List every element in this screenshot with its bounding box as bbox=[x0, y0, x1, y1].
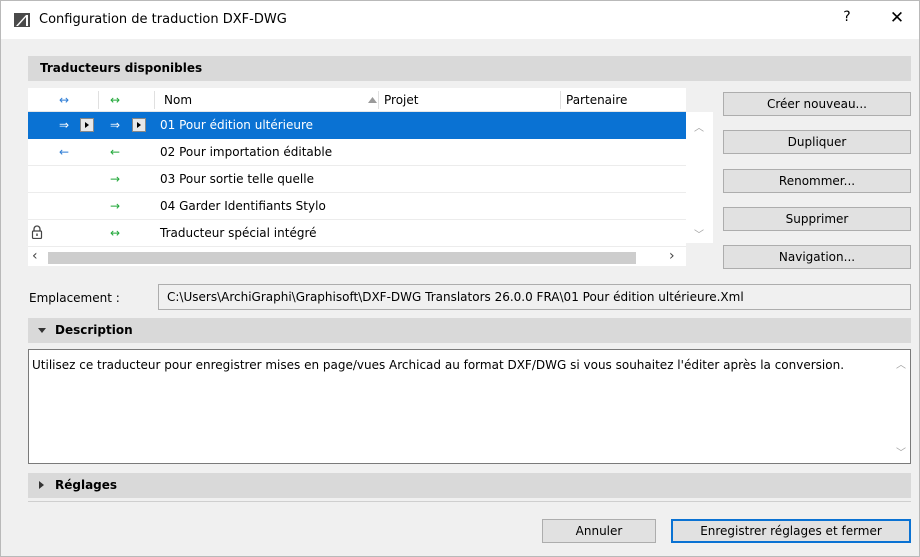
settings-section-header[interactable]: Réglages bbox=[28, 473, 911, 498]
translator-name: 03 Pour sortie telle quelle bbox=[160, 172, 314, 186]
column-header-project[interactable]: Projet bbox=[384, 93, 418, 107]
column-header-direction-blue[interactable]: ↔ bbox=[59, 93, 69, 107]
title-bar: Configuration de traduction DXF-DWG ? ✕ bbox=[1, 1, 919, 39]
direction-arrow-icon: → bbox=[110, 172, 121, 186]
scroll-left-icon[interactable]: ‹ bbox=[32, 248, 38, 264]
translator-name: Traducteur spécial intégré bbox=[160, 226, 317, 240]
lock-icon bbox=[31, 225, 43, 239]
list-item[interactable]: ↔ Traducteur spécial intégré bbox=[28, 220, 686, 247]
translators-section-title: Traducteurs disponibles bbox=[40, 61, 203, 75]
translator-list[interactable]: ↔ ↔ Nom Projet Partenaire ⇒ ⇒ 01 Pour éd… bbox=[28, 88, 686, 266]
create-new-button[interactable]: Créer nouveau... bbox=[723, 92, 911, 116]
cancel-button[interactable]: Annuler bbox=[542, 519, 656, 543]
column-header-direction-green[interactable]: ↔ bbox=[110, 93, 120, 107]
direction-arrow-icon: → bbox=[110, 199, 121, 213]
archicad-icon bbox=[14, 13, 30, 27]
list-item[interactable]: → 03 Pour sortie telle quelle bbox=[28, 166, 686, 193]
translator-name: 02 Pour importation éditable bbox=[160, 145, 333, 159]
list-horizontal-scrollbar[interactable]: ‹ › bbox=[28, 248, 686, 266]
help-button[interactable]: ? bbox=[837, 9, 857, 31]
translator-name: 01 Pour édition ultérieure bbox=[160, 118, 314, 132]
list-item[interactable]: ⇒ ⇒ 01 Pour édition ultérieure bbox=[28, 112, 686, 139]
sort-ascending-icon bbox=[368, 97, 377, 103]
divider bbox=[28, 501, 911, 502]
save-and-close-button[interactable]: Enregistrer réglages et fermer bbox=[671, 519, 911, 543]
scroll-up-icon[interactable]: ︿ bbox=[896, 357, 906, 374]
list-header: ↔ ↔ Nom Projet Partenaire bbox=[28, 88, 686, 112]
description-section-header[interactable]: Description bbox=[28, 318, 911, 343]
rename-button[interactable]: Renommer... bbox=[723, 169, 911, 193]
dialog-window: Configuration de traduction DXF-DWG ? ✕ … bbox=[0, 0, 920, 557]
list-vertical-scrollbar[interactable]: ︿ ﹀ bbox=[686, 112, 713, 243]
translator-name: 04 Garder Identifiants Stylo bbox=[160, 199, 326, 213]
close-button[interactable]: ✕ bbox=[886, 8, 908, 30]
window-title: Configuration de traduction DXF-DWG bbox=[39, 12, 287, 27]
column-separator[interactable] bbox=[154, 91, 155, 109]
column-header-name[interactable]: Nom bbox=[164, 93, 192, 107]
location-path-field: C:\Users\ArchiGraphi\Graphisoft\DXF-DWG … bbox=[158, 284, 911, 310]
list-item[interactable]: ← ← 02 Pour importation éditable bbox=[28, 139, 686, 166]
settings-section-title: Réglages bbox=[55, 478, 118, 492]
scroll-down-icon[interactable]: ﹀ bbox=[896, 445, 906, 462]
list-item[interactable]: → 04 Garder Identifiants Stylo bbox=[28, 193, 686, 220]
column-header-partner[interactable]: Partenaire bbox=[566, 93, 627, 107]
direction-arrow-icon: ← bbox=[110, 145, 121, 159]
scroll-up-icon[interactable]: ︿ bbox=[693, 119, 705, 134]
scrollbar-thumb[interactable] bbox=[48, 252, 636, 264]
direction-arrow-icon: ⇒ bbox=[110, 118, 121, 132]
expand-toggle-icon[interactable] bbox=[80, 118, 94, 132]
direction-arrow-icon: ⇒ bbox=[59, 118, 70, 132]
scroll-right-icon[interactable]: › bbox=[669, 248, 675, 264]
collapse-triangle-icon[interactable] bbox=[38, 328, 46, 333]
duplicate-button[interactable]: Dupliquer bbox=[723, 130, 911, 154]
description-text: Utilisez ce traducteur pour enregistrer … bbox=[32, 358, 845, 372]
description-textarea[interactable]: Utilisez ce traducteur pour enregistrer … bbox=[28, 349, 911, 464]
column-separator[interactable] bbox=[378, 91, 379, 109]
description-scrollbar[interactable]: ︿ ﹀ bbox=[892, 350, 910, 463]
column-separator[interactable] bbox=[98, 91, 99, 109]
translators-section-header: Traducteurs disponibles bbox=[28, 56, 911, 81]
delete-button[interactable]: Supprimer bbox=[723, 207, 911, 231]
expand-triangle-icon[interactable] bbox=[39, 481, 44, 489]
direction-arrow-icon: ← bbox=[59, 145, 70, 159]
direction-arrow-icon: ↔ bbox=[110, 226, 121, 240]
navigation-button[interactable]: Navigation... bbox=[723, 245, 911, 269]
expand-toggle-icon[interactable] bbox=[132, 118, 146, 132]
scroll-down-icon[interactable]: ﹀ bbox=[693, 226, 705, 241]
column-separator[interactable] bbox=[560, 91, 561, 109]
description-section-title: Description bbox=[55, 323, 133, 337]
location-label: Emplacement : bbox=[29, 291, 120, 305]
